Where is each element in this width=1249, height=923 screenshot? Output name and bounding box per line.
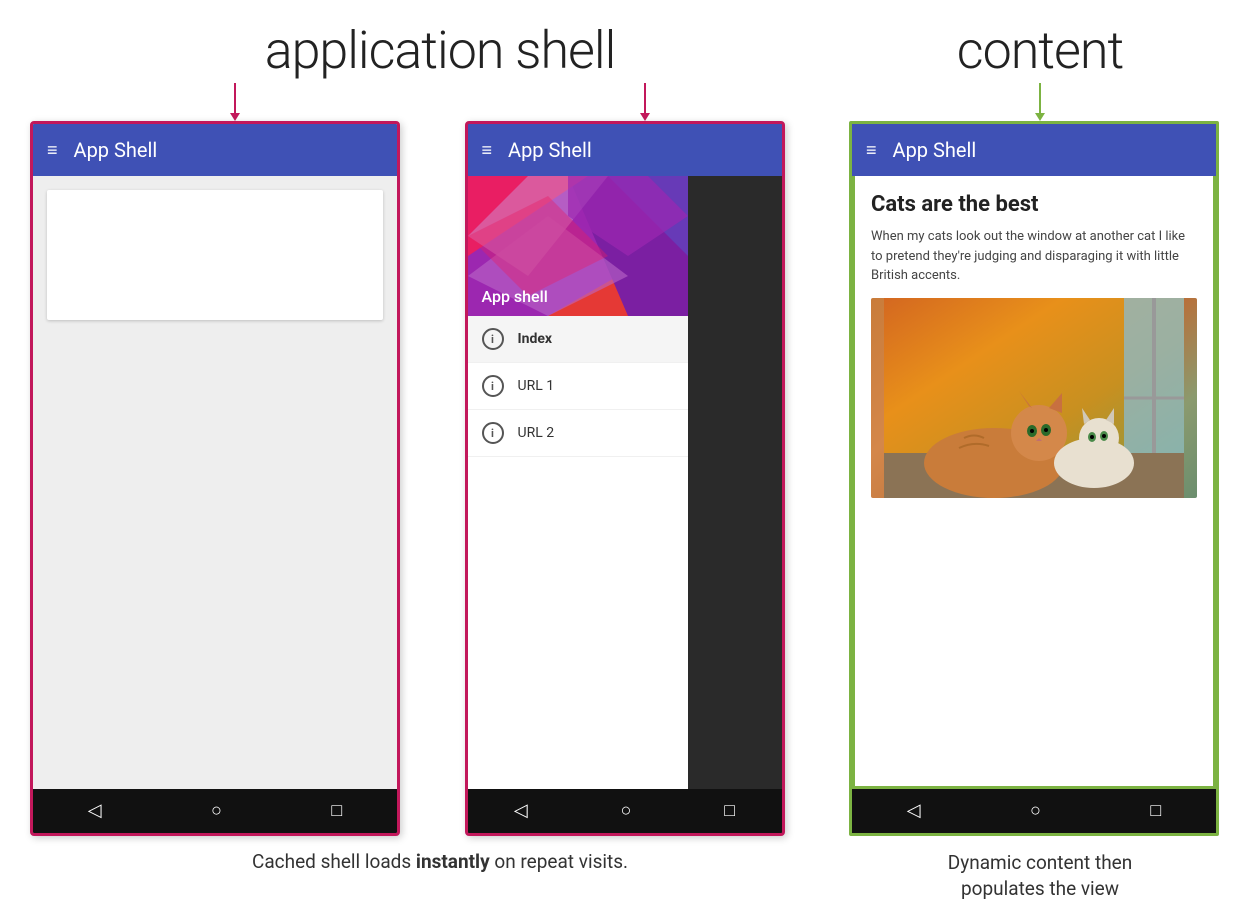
content-title: Cats are the best [871,192,1197,217]
arrow-left [230,83,240,121]
drawer-item-label-2: URL 2 [518,425,555,441]
hamburger-icon-1: ≡ [47,140,58,161]
phones-row: ≡ App Shell ◁ ○ □ ≡ App Shell [30,121,1219,836]
phone-3-title: App Shell [893,138,977,162]
drawer-item-0[interactable]: i Index [468,316,688,363]
drawer-item-1[interactable]: i URL 1 [468,363,688,410]
phone-2-body: App shell i Index i URL 1 i URL 2 [468,176,782,789]
bottom-text-right: Dynamic content thenpopulates the view [850,850,1230,903]
hamburger-icon-3: ≡ [866,140,877,161]
phone-3-body: Cats are the best When my cats look out … [852,176,1216,789]
labels-row: application shell content [30,20,1219,81]
page-container: application shell content [0,0,1249,923]
arrow-right-head [640,113,650,121]
content-label: content [957,20,1124,81]
content-text: When my cats look out the window at anot… [871,227,1197,286]
label-app-shell: application shell [30,20,850,81]
phone-1-body [33,176,397,789]
phone-3: ≡ App Shell Cats are the best When my ca… [849,121,1219,836]
phone-3-appbar: ≡ App Shell [852,124,1216,176]
phone-2-appbar: ≡ App Shell [468,124,782,176]
arrow-content [1035,83,1045,121]
label-content: content [850,20,1230,81]
arrow-left-head [230,113,240,121]
home-icon-3: ○ [1030,800,1041,821]
arrow-content-head [1035,113,1045,121]
connector-group-content [850,83,1230,121]
drawer-scrim [688,176,782,789]
placeholder-card [47,190,383,320]
phone-2-navbar: ◁ ○ □ [468,789,782,833]
phone-2: ≡ App Shell [465,121,785,836]
home-icon-2: ○ [621,800,632,821]
drawer-item-icon-2: i [482,422,504,444]
bottom-text-row: Cached shell loads instantly on repeat v… [30,850,1219,903]
home-icon-1: ○ [211,800,222,821]
drawer-item-icon-1: i [482,375,504,397]
phone-3-navbar: ◁ ○ □ [852,789,1216,833]
hamburger-icon-2: ≡ [482,140,493,161]
arrow-content-line [1039,83,1041,113]
recent-icon-1: □ [331,800,342,821]
connectors-row [30,81,1219,121]
recent-icon-3: □ [1150,800,1161,821]
arrow-right [640,83,650,121]
drawer-header: App shell [468,176,688,316]
drawer-item-label-1: URL 1 [518,378,555,394]
drawer-item-2[interactable]: i URL 2 [468,410,688,457]
phone-2-title: App Shell [508,138,592,162]
arrow-right-line [644,83,646,113]
drawer-header-label: App shell [482,287,548,306]
app-shell-label: application shell [265,20,616,81]
phone-1-navbar: ◁ ○ □ [33,789,397,833]
content-card: Cats are the best When my cats look out … [855,176,1213,514]
instantly-text: instantly [416,850,490,873]
drawer: App shell i Index i URL 1 i URL 2 [468,176,688,789]
phone-1: ≡ App Shell ◁ ○ □ [30,121,400,836]
content-image [871,298,1197,498]
back-icon-1: ◁ [88,800,102,821]
connector-group-shell [30,83,850,121]
phone-1-title: App Shell [74,138,158,162]
arrow-left-line [234,83,236,113]
recent-icon-2: □ [724,800,735,821]
bottom-text-left: Cached shell loads instantly on repeat v… [30,850,850,903]
cat-scene-svg [871,298,1197,498]
drawer-item-icon-0: i [482,328,504,350]
phone-1-appbar: ≡ App Shell [33,124,397,176]
drawer-item-label-0: Index [518,331,553,347]
back-icon-2: ◁ [514,800,528,821]
back-icon-3: ◁ [907,800,921,821]
